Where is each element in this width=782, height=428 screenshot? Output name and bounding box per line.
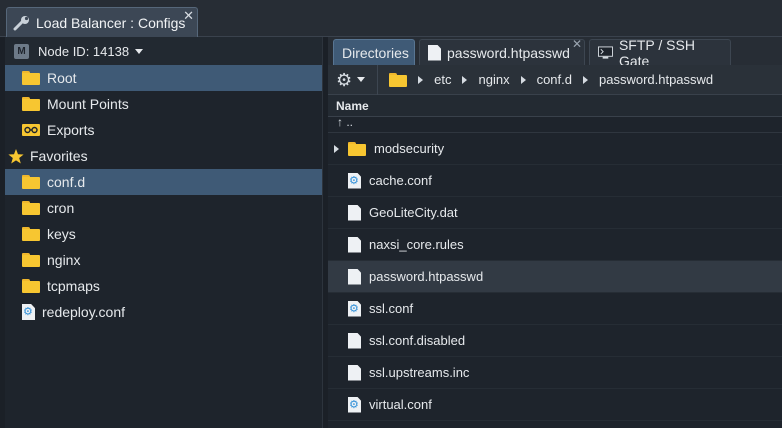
favorites-label: Favorites xyxy=(30,148,88,164)
file-icon xyxy=(348,364,361,381)
column-header-name[interactable]: Name xyxy=(328,95,782,117)
tab-bar: Directories password.htpasswd ✕ SFTP / S… xyxy=(328,37,782,69)
tab-close-icon[interactable]: ✕ xyxy=(572,37,582,51)
folder-icon xyxy=(22,279,40,293)
exports-icon xyxy=(22,124,40,136)
breadcrumb-etc[interactable]: etc xyxy=(434,72,451,87)
list-item-ssl-conf[interactable]: ssl.conf xyxy=(328,293,782,325)
file-icon xyxy=(428,44,441,61)
favorite-item-tcpmaps[interactable]: tcpmaps xyxy=(5,273,322,299)
list-item-modsecurity[interactable]: modsecurity xyxy=(328,133,782,165)
settings-menu-button[interactable]: ⚙ xyxy=(336,69,366,90)
favorite-item-keys[interactable]: keys xyxy=(5,221,322,247)
node-label: Node ID: 14138 xyxy=(38,43,130,59)
folder-icon xyxy=(22,253,40,267)
breadcrumb-arrow-icon xyxy=(418,75,424,84)
tab-label: Directories xyxy=(342,44,409,61)
tree-item-mount-points[interactable]: Mount Points xyxy=(5,91,322,117)
tree-item-label: keys xyxy=(47,226,76,242)
tab-sftp-ssh-gate[interactable]: SFTP / SSH Gate xyxy=(589,37,731,69)
favorite-item-cron[interactable]: cron xyxy=(5,195,322,221)
list-item-geolitecity-dat[interactable]: GeoLiteCity.dat xyxy=(328,197,782,229)
chevron-down-icon xyxy=(357,77,366,82)
list-item-label: ssl.conf xyxy=(369,301,414,316)
tab-label: password.htpasswd xyxy=(447,44,570,61)
window-title: Load Balancer : Configs xyxy=(36,14,186,31)
tree-item-label: Exports xyxy=(47,122,95,138)
list-item-label: naxsi_core.rules xyxy=(369,237,464,252)
breadcrumb-arrow-icon xyxy=(520,75,526,84)
folder-icon xyxy=(348,141,366,156)
parent-directory-row[interactable]: ↑ .. xyxy=(328,116,782,133)
favorite-item-redeploy-conf[interactable]: redeploy.conf xyxy=(5,299,322,325)
list-item-label: cache.conf xyxy=(369,173,432,188)
config-file-icon xyxy=(22,304,35,320)
file-list: ↑ .. modsecurity cache.conf GeoLiteCity.… xyxy=(328,116,782,421)
folder-icon xyxy=(22,97,40,111)
config-file-icon xyxy=(348,396,361,413)
tree-item-exports[interactable]: Exports xyxy=(5,117,322,143)
list-item-label: virtual.conf xyxy=(369,397,432,412)
tree-item-label: redeploy.conf xyxy=(42,304,126,320)
list-item-password-htpasswd[interactable]: password.htpasswd xyxy=(328,261,782,293)
folder-icon xyxy=(22,227,40,241)
tree-item-label: conf.d xyxy=(47,174,86,190)
file-icon xyxy=(348,268,361,285)
list-item-ssl-upstreams-inc[interactable]: ssl.upstreams.inc xyxy=(328,357,782,389)
breadcrumb-nginx[interactable]: nginx xyxy=(478,72,509,87)
breadcrumb-password-htpasswd[interactable]: password.htpasswd xyxy=(599,72,713,87)
tab-password-htpasswd[interactable]: password.htpasswd ✕ xyxy=(419,37,585,65)
tree-item-label: Mount Points xyxy=(47,96,129,112)
folder-icon xyxy=(22,201,40,215)
window-close-icon[interactable]: ✕ xyxy=(183,8,194,24)
window-tab[interactable]: Load Balancer : Configs ✕ xyxy=(6,7,198,37)
tab-label: SFTP / SSH Gate xyxy=(618,36,695,69)
wrench-icon xyxy=(13,15,29,30)
tree-item-root[interactable]: Root xyxy=(5,65,322,91)
favorite-item-nginx[interactable]: nginx xyxy=(5,247,322,273)
terminal-icon xyxy=(598,45,613,59)
config-file-icon xyxy=(348,172,361,189)
folder-icon xyxy=(22,175,40,189)
window-tabbar: Load Balancer : Configs ✕ xyxy=(0,0,782,37)
list-item-label: password.htpasswd xyxy=(369,269,484,284)
list-item-naxsi-core-rules[interactable]: naxsi_core.rules xyxy=(328,229,782,261)
star-icon xyxy=(8,148,24,163)
node-badge-icon: M xyxy=(14,43,29,59)
gear-icon: ⚙ xyxy=(336,69,353,90)
file-icon xyxy=(348,236,361,253)
breadcrumb-conf-d[interactable]: conf.d xyxy=(537,72,572,87)
list-item-label: ssl.conf.disabled xyxy=(369,333,466,348)
list-item-label: GeoLiteCity.dat xyxy=(369,205,458,220)
root-folder-icon[interactable] xyxy=(389,72,408,87)
chevron-down-icon xyxy=(135,48,144,54)
list-item-label: ssl.upstreams.inc xyxy=(369,365,470,380)
expand-arrow-icon[interactable] xyxy=(334,144,339,153)
path-toolbar: ⚙ etc nginx conf.d password.htpasswd xyxy=(328,64,782,95)
tree-item-label: Root xyxy=(47,70,77,86)
tab-directories[interactable]: Directories xyxy=(333,39,415,65)
list-item-virtual-conf[interactable]: virtual.conf xyxy=(328,389,782,421)
breadcrumb-arrow-icon xyxy=(462,75,468,84)
tree-item-label: tcpmaps xyxy=(47,278,100,294)
node-selector[interactable]: M Node ID: 14138 xyxy=(5,37,322,65)
folder-icon xyxy=(22,71,40,85)
file-icon xyxy=(348,332,361,349)
favorites-header[interactable]: Favorites xyxy=(5,143,322,169)
tree-item-label: cron xyxy=(47,200,75,216)
list-item-label: modsecurity xyxy=(374,141,445,156)
config-file-icon xyxy=(348,300,361,317)
toolbar-divider xyxy=(377,64,379,95)
list-item-ssl-conf-disabled[interactable]: ssl.conf.disabled xyxy=(328,325,782,357)
breadcrumb-arrow-icon xyxy=(582,75,588,84)
left-panel: M Node ID: 14138 Root Mount Points Expor… xyxy=(5,37,323,428)
list-item-cache-conf[interactable]: cache.conf xyxy=(328,165,782,197)
file-icon xyxy=(348,204,361,221)
right-panel: Directories password.htpasswd ✕ SFTP / S… xyxy=(328,37,782,428)
favorite-item-conf-d[interactable]: conf.d xyxy=(5,169,322,195)
tree-item-label: nginx xyxy=(47,252,81,268)
